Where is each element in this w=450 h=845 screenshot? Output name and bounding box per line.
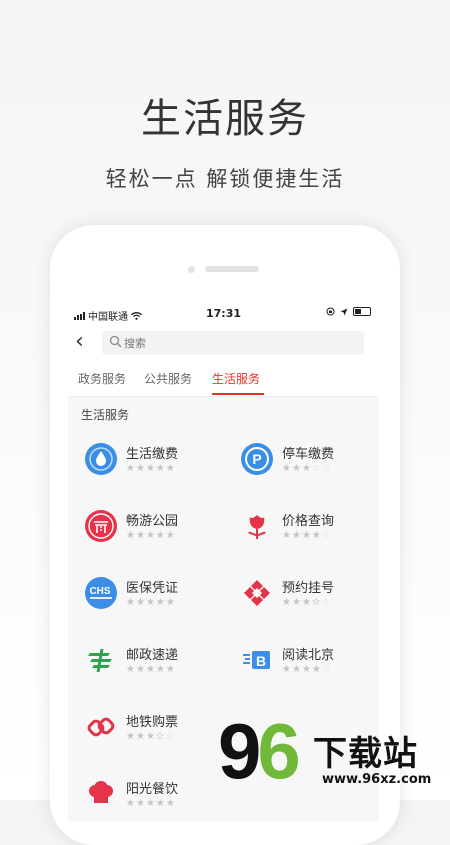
active-tab-indicator — [212, 393, 264, 395]
svg-text:B: B — [256, 653, 266, 669]
service-item-appointment[interactable]: 预约挂号 ★★★✫☆ — [240, 576, 379, 626]
service-name: 阳光餐饮 — [126, 782, 179, 797]
rating-stars: ★★★☆☆ — [282, 463, 332, 474]
rating-stars: ★★★★☆ — [282, 664, 332, 675]
battery-icon — [353, 307, 371, 316]
tab-life-services[interactable]: 生活服务 — [212, 370, 260, 387]
service-name: 价格查询 — [282, 514, 335, 529]
reading-book-icon: B — [243, 651, 270, 669]
subway-ticket-icon — [87, 717, 115, 737]
watermark-brand: 下载站 — [313, 734, 418, 774]
svg-text:CHS: CHS — [89, 586, 110, 597]
phone-speaker — [205, 266, 259, 272]
rating-stars: ★★★★★ — [126, 530, 176, 541]
service-item-life-payment[interactable]: 生活缴费 ★★★★★ — [84, 442, 234, 492]
watermark-url: www.96xz.com — [322, 772, 432, 787]
tab-government-services[interactable]: 政务服务 — [78, 370, 126, 387]
rating-stars: ★★★★★ — [126, 463, 176, 474]
medical-cross-icon — [244, 580, 270, 606]
service-item-medical-insurance[interactable]: CHS 医保凭证 ★★★★★ — [84, 576, 234, 626]
chef-hat-icon — [89, 781, 113, 803]
service-item-price-query[interactable]: 价格查询 ★★★★☆ — [240, 509, 379, 559]
service-name: 医保凭证 — [126, 581, 179, 596]
medical-insurance-icon: CHS — [85, 577, 117, 609]
service-item-reading-beijing[interactable]: B 阅读北京 ★★★★☆ — [240, 643, 379, 693]
location-icon — [340, 308, 348, 315]
watermark-digits: 96 — [218, 707, 301, 795]
water-drop-icon — [85, 443, 117, 475]
service-item-postal-express[interactable]: 邮政速递 ★★★★★ — [84, 643, 234, 693]
service-item-subway-ticket[interactable]: 地铁购票 ★★★✫☆ — [84, 710, 234, 760]
site-watermark-logo: 96 下载站 www.96xz.com — [218, 707, 450, 800]
svg-text:P: P — [252, 451, 261, 467]
search-row: ‹ — [68, 328, 379, 358]
parking-icon: P — [241, 443, 273, 475]
tab-public-services[interactable]: 公共服务 — [144, 370, 192, 387]
status-bar: 中国联通 17:31 — [68, 302, 379, 326]
search-icon — [109, 335, 122, 348]
service-name: 邮政速递 — [126, 648, 179, 663]
category-tabs: 政务服务 公共服务 生活服务 — [68, 362, 379, 397]
park-gate-icon — [85, 510, 117, 542]
service-name: 畅游公园 — [126, 514, 179, 529]
back-arrow-icon[interactable]: ‹ — [75, 330, 84, 354]
service-name: 生活缴费 — [126, 447, 179, 462]
service-item-park-tour[interactable]: 畅游公园 ★★★★★ — [84, 509, 234, 559]
phone-camera — [188, 266, 195, 273]
service-name: 阅读北京 — [282, 648, 335, 663]
service-name: 停车缴费 — [282, 447, 335, 462]
service-name: 地铁购票 — [126, 715, 179, 730]
section-title: 生活服务 — [81, 408, 130, 422]
search-input[interactable] — [124, 334, 344, 352]
tulip-icon — [248, 515, 266, 539]
service-item-parking-payment[interactable]: P 停车缴费 ★★★☆☆ — [240, 442, 379, 492]
service-name: 预约挂号 — [282, 581, 335, 596]
rating-stars: ★★★★★ — [126, 664, 176, 675]
promo-subtitle: 轻松一点 解锁便捷生活 — [105, 167, 345, 191]
rating-stars: ★★★✫☆ — [282, 597, 332, 608]
rating-stars: ★★★✫☆ — [126, 731, 176, 742]
china-post-icon — [88, 648, 112, 673]
rating-stars: ★★★★☆ — [282, 530, 332, 541]
search-bar[interactable] — [102, 331, 364, 355]
rotation-lock-icon — [326, 307, 335, 316]
rating-stars: ★★★★★ — [126, 597, 176, 608]
promo-title: 生活服务 — [141, 96, 309, 142]
